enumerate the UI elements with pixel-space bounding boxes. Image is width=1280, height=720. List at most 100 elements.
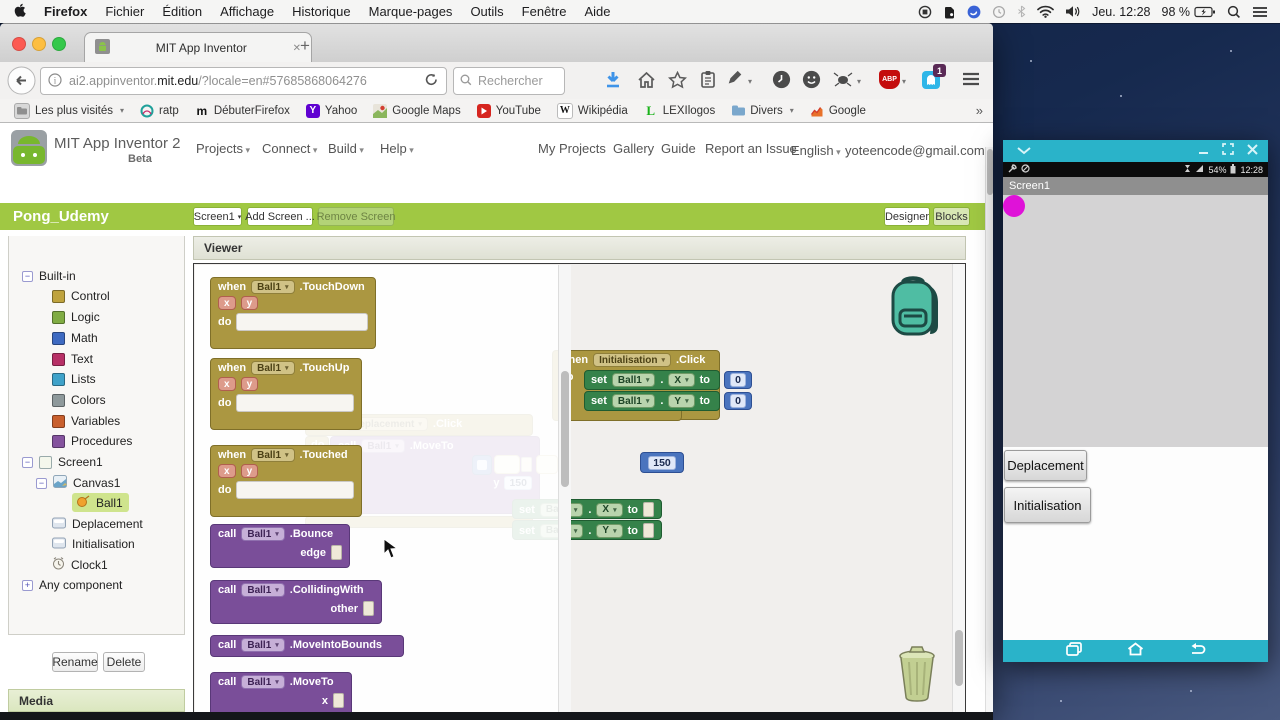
designer-toggle-button[interactable]: Designer: [884, 207, 930, 226]
flyout-scrollbar-thumb[interactable]: [561, 371, 569, 487]
recent-apps-icon[interactable]: [1065, 641, 1082, 661]
bluetooth-icon[interactable]: [1017, 5, 1026, 18]
collapse-icon[interactable]: −: [22, 456, 33, 468]
collapse-icon[interactable]: −: [22, 270, 33, 282]
emulator-initialisation-button[interactable]: Initialisation: [1004, 487, 1091, 523]
collapse-icon[interactable]: −: [36, 477, 47, 489]
url-bar[interactable]: i ai2.appinventor. mit.edu/?locale=en#576…: [40, 67, 447, 95]
tree-screen1[interactable]: − Screen1: [22, 453, 103, 471]
menubar-item-affichage[interactable]: Affichage: [211, 4, 283, 19]
tree-text[interactable]: Text: [52, 350, 93, 368]
spotlight-icon[interactable]: [1227, 5, 1241, 19]
tree-canvas1[interactable]: − Canvas1: [36, 474, 120, 492]
tree-lists[interactable]: Lists: [52, 370, 96, 388]
emulator-close-icon[interactable]: [1247, 142, 1258, 160]
adblock-plus-icon[interactable]: ABP: [879, 70, 900, 89]
set-ball1-y-block[interactable]: setBall1.Yto: [584, 391, 720, 411]
component-dropdown[interactable]: Ball1: [241, 675, 285, 689]
drawer-when-ball1-touchdown[interactable]: whenBall1.TouchDown xy do: [210, 277, 376, 349]
blue-app-icon[interactable]: [967, 5, 981, 19]
link-my-projects[interactable]: My Projects: [538, 141, 606, 156]
emulator-canvas[interactable]: [1003, 195, 1268, 447]
time-machine-icon[interactable]: [992, 5, 1006, 19]
emulator-ball-sprite[interactable]: [1003, 195, 1025, 217]
menu-help[interactable]: Help: [380, 141, 414, 156]
link-report-an-issue[interactable]: Report an Issue: [705, 141, 797, 156]
eyedropper-icon[interactable]: [726, 70, 744, 93]
tree-colors[interactable]: Colors: [52, 391, 106, 409]
tree-initialisation[interactable]: Initialisation: [52, 535, 135, 553]
menubar-item-historique[interactable]: Historique: [283, 4, 360, 19]
bookmark-debuterfirefox[interactable]: m DébuterFirefox: [187, 104, 298, 118]
component-dropdown[interactable]: Ball1: [241, 583, 285, 597]
volume-icon[interactable]: [1065, 5, 1081, 18]
page-scrollbar-thumb[interactable]: [987, 149, 993, 195]
tree-control[interactable]: Control: [52, 287, 110, 305]
language-select[interactable]: English: [791, 143, 841, 158]
flyout-scrollbar[interactable]: [558, 265, 571, 720]
component-dropdown[interactable]: Ball1: [251, 448, 295, 462]
drawer-when-ball1-touchup[interactable]: whenBall1.TouchUp xy do: [210, 358, 362, 430]
viewer-vscrollbar[interactable]: [952, 264, 965, 720]
hamburger-menu-icon[interactable]: [962, 71, 980, 92]
evernote-icon[interactable]: [943, 5, 956, 19]
sync-history-icon[interactable]: [772, 70, 791, 94]
page-scrollbar[interactable]: [985, 147, 993, 720]
emulator-minimize-icon[interactable]: [1198, 142, 1209, 160]
zoom-window-button[interactable]: [52, 37, 66, 51]
plugin-fly-icon[interactable]: [833, 71, 853, 92]
download-icon[interactable]: [605, 71, 621, 94]
link-gallery[interactable]: Gallery: [613, 141, 654, 156]
backpack-icon[interactable]: [887, 272, 945, 347]
tree-logic[interactable]: Logic: [52, 308, 100, 326]
menubar-clock[interactable]: Jeu. 12:28: [1092, 5, 1150, 19]
tree-math[interactable]: Math: [52, 329, 98, 347]
menu-projects[interactable]: Projects: [196, 141, 250, 156]
reload-icon[interactable]: [425, 73, 438, 89]
menu-connect[interactable]: Connect: [262, 141, 317, 156]
bookmark-divers-folder[interactable]: Divers ▾: [723, 104, 802, 118]
property-dropdown[interactable]: Y: [668, 394, 695, 408]
tab-mit-app-inventor[interactable]: MIT App Inventor ✕: [84, 32, 312, 63]
tree-clock1[interactable]: Clock1: [52, 556, 108, 574]
search-bar[interactable]: Rechercher: [453, 67, 565, 95]
number-0-block[interactable]: 0: [724, 392, 752, 410]
site-info-icon[interactable]: i: [48, 72, 62, 90]
rename-button[interactable]: Rename: [52, 652, 98, 672]
bookmark-lexilogos[interactable]: L LEXIlogos: [636, 103, 723, 118]
add-screen-button[interactable]: Add Screen ...: [245, 207, 315, 226]
drawer-call-ball1-bounce[interactable]: callBall1.Bounce edge: [210, 524, 350, 568]
bookmark-star-icon[interactable]: [667, 70, 688, 94]
bookmark-youtube[interactable]: YouTube: [469, 103, 549, 118]
tree-procedures[interactable]: Procedures: [52, 432, 132, 450]
component-dropdown[interactable]: Ball1: [241, 638, 285, 652]
blocks-toggle-button[interactable]: Blocks: [933, 207, 970, 226]
trash-icon[interactable]: [892, 644, 942, 707]
bookmark-google[interactable]: Google: [802, 103, 874, 118]
forum-smiley-icon[interactable]: [802, 70, 821, 94]
menubar-item-edition[interactable]: Édition: [153, 4, 211, 19]
component-dropdown[interactable]: Ball1: [251, 280, 295, 294]
menubar-item-fichier[interactable]: Fichier: [96, 4, 153, 19]
viewer-vscrollbar-thumb[interactable]: [955, 630, 963, 686]
notification-center-icon[interactable]: [1252, 6, 1268, 18]
drawer-when-ball1-touched[interactable]: whenBall1.Touched xy do: [210, 445, 362, 517]
property-dropdown[interactable]: X: [596, 502, 623, 517]
bookmark-les-plus-visites[interactable]: Les plus visités ▾: [6, 102, 132, 119]
tree-ball1-selected[interactable]: Ball1: [72, 493, 129, 512]
screen-record-icon[interactable]: [918, 5, 932, 19]
back-button[interactable]: [7, 66, 36, 100]
expand-icon[interactable]: +: [22, 579, 33, 591]
menubar-item-marque-pages[interactable]: Marque-pages: [360, 4, 462, 19]
wifi-icon[interactable]: [1037, 5, 1054, 18]
home-icon[interactable]: [637, 71, 656, 94]
drawer-call-ball1-moveintobounds[interactable]: callBall1.MoveIntoBounds: [210, 635, 404, 657]
property-dropdown[interactable]: Y: [596, 523, 623, 538]
bookmark-ratp[interactable]: ratp: [132, 104, 187, 118]
eyedropper-caret-icon[interactable]: ▾: [748, 77, 752, 86]
component-dropdown[interactable]: Ball1: [251, 361, 295, 375]
bookmarks-overflow-chevron[interactable]: »: [976, 103, 983, 118]
blocks-viewer[interactable]: whenDeplacement.Click do callBall1.MoveT…: [193, 263, 966, 720]
home-nav-icon[interactable]: [1127, 641, 1144, 661]
new-tab-button[interactable]: +: [300, 36, 310, 56]
